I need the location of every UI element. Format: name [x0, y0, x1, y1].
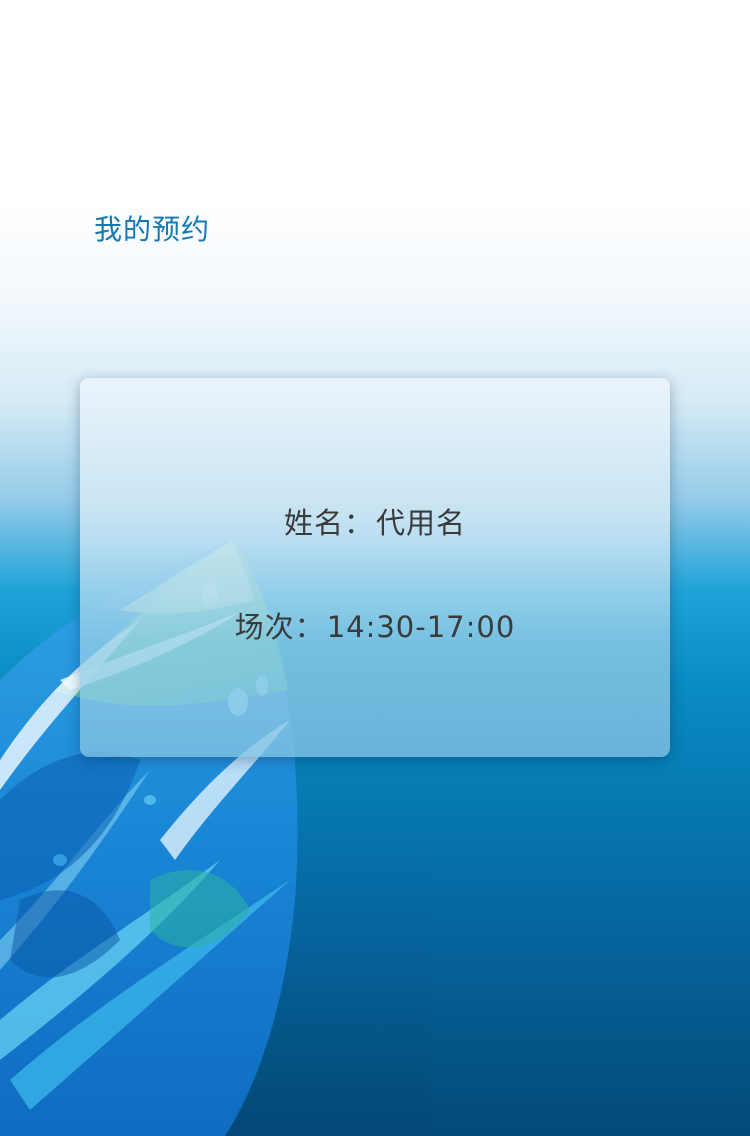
- page-title: 我的预约: [94, 213, 211, 246]
- session-value: 14:30-17:00: [326, 610, 516, 644]
- name-label: 姓名：: [283, 506, 374, 540]
- session-row: 场次：14:30-17:00: [80, 607, 670, 647]
- session-label: 场次：: [234, 610, 325, 644]
- name-row: 姓名：代用名: [80, 503, 670, 543]
- reservation-screen: 我的预约 姓名：代用名 场次：14:30-17:00: [0, 0, 750, 1136]
- name-value: 代用名: [376, 506, 467, 540]
- reservation-card: 姓名：代用名 场次：14:30-17:00: [80, 378, 670, 757]
